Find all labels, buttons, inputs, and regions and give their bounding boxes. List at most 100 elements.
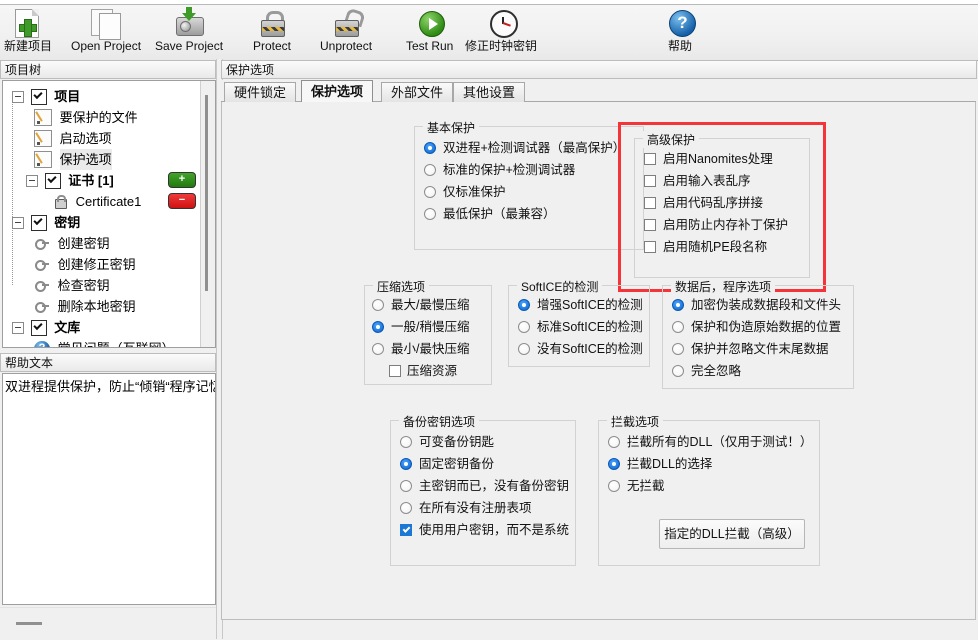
tab-hardware-lock[interactable]: 硬件锁定 — [224, 82, 297, 102]
checkbox-icon[interactable] — [644, 153, 656, 165]
expander-icon[interactable] — [12, 90, 24, 103]
project-tree-panel[interactable]: 项目 要保护的文件 启动选项 保护选项 证书 [1] + Certificate… — [2, 80, 216, 348]
tree-node-files-to-protect[interactable]: 要保护的文件 — [6, 106, 202, 127]
checkbox-use-user-key[interactable]: 使用用户密钥，而不是系统 — [397, 519, 571, 541]
radio-icon[interactable] — [672, 365, 684, 377]
tree-node-faq[interactable]: ? 常见问题（互联网） — [6, 337, 202, 347]
checkbox-advanced-3[interactable]: 启用防止内存补丁保护 — [641, 214, 803, 236]
expander-icon[interactable] — [12, 216, 24, 229]
radio-icon[interactable] — [372, 321, 384, 333]
radio-icon[interactable] — [518, 299, 530, 311]
lock-open-icon — [329, 7, 366, 39]
radio-icon[interactable] — [424, 208, 436, 220]
checkbox-icon[interactable] — [44, 172, 61, 189]
toolbar-button-open-project[interactable]: Open Project — [71, 7, 141, 53]
checkbox-icon[interactable] — [400, 524, 412, 536]
checkbox-icon[interactable] — [30, 319, 47, 336]
tree-vertical-scrollbar[interactable] — [200, 81, 215, 347]
radio-intercept-2[interactable]: 无拦截 — [605, 475, 815, 497]
scrollbar-thumb[interactable] — [16, 622, 42, 625]
radio-icon[interactable] — [518, 343, 530, 355]
radio-backup-2[interactable]: 主密钥而已，没有备份密钥 — [397, 475, 571, 497]
tree-node-certificates[interactable]: 证书 [1] + — [6, 169, 202, 190]
help-horizontal-scrollbar[interactable] — [0, 616, 216, 630]
radio-backup-0[interactable]: 可变备份钥匙 — [397, 431, 571, 453]
checkbox-icon[interactable] — [644, 241, 656, 253]
tab-protection-options[interactable]: 保护选项 — [301, 80, 374, 102]
radio-basic-1[interactable]: 标准的保护+检测调试器 — [421, 159, 637, 181]
checkbox-icon[interactable] — [644, 197, 656, 209]
tree-node-keys[interactable]: 密钥 — [6, 211, 202, 232]
radio-icon[interactable] — [400, 458, 412, 470]
scrollbar-thumb[interactable] — [205, 95, 208, 291]
tree-node-delete-local-key[interactable]: 删除本地密钥 — [6, 295, 202, 316]
checkbox-icon[interactable] — [30, 88, 47, 105]
checkbox-icon[interactable] — [644, 219, 656, 231]
checkbox-advanced-4[interactable]: 启用随机PE段名称 — [641, 236, 803, 258]
radio-compression-2[interactable]: 最小/最快压缩 — [369, 338, 487, 360]
radio-icon[interactable] — [672, 343, 684, 355]
radio-icon[interactable] — [424, 142, 436, 154]
radio-compression-0[interactable]: 最大/最慢压缩 — [369, 294, 487, 316]
checkbox-advanced-1[interactable]: 启用输入表乱序 — [641, 170, 803, 192]
tree-node-library[interactable]: 文库 — [6, 316, 202, 337]
tab-other-settings[interactable]: 其他设置 — [453, 82, 526, 102]
radio-softice-2[interactable]: 没有SoftICE的检测 — [515, 338, 645, 360]
option-label: 主密钥而已，没有备份密钥 — [419, 479, 570, 493]
radio-softice-1[interactable]: 标准SoftICE的检测 — [515, 316, 645, 338]
tree-node-certificate1[interactable]: Certificate1 − — [6, 190, 202, 211]
tree-node-create-key[interactable]: 创建密钥 — [6, 232, 202, 253]
radio-icon[interactable] — [672, 299, 684, 311]
expander-icon[interactable] — [12, 321, 24, 334]
checkbox-icon[interactable] — [30, 214, 47, 231]
radio-intercept-0[interactable]: 拦截所有的DLL（仅用于测试！） — [605, 431, 815, 453]
toolbar-button-new-project[interactable]: 新建项目 — [4, 7, 52, 53]
group-backup-key-options: 备份密钥选项 可变备份钥匙 固定密钥备份 主密钥而已，没有备份密钥 在所有没有注… — [390, 413, 576, 566]
radio-data-2[interactable]: 保护并忽略文件末尾数据 — [669, 338, 849, 360]
radio-icon[interactable] — [400, 502, 412, 514]
radio-basic-2[interactable]: 仅标准保护 — [421, 181, 637, 203]
radio-icon[interactable] — [400, 480, 412, 492]
toolbar-button-save-project[interactable]: Save Project — [155, 7, 223, 53]
radio-intercept-1[interactable]: 拦截DLL的选择 — [605, 453, 815, 475]
tree-node-protection-options[interactable]: 保护选项 — [6, 148, 202, 171]
radio-icon[interactable] — [424, 164, 436, 176]
radio-icon[interactable] — [608, 480, 620, 492]
checkbox-icon[interactable] — [644, 175, 656, 187]
tab-external-files[interactable]: 外部文件 — [381, 82, 454, 102]
toolbar-button-fix-clock-key[interactable]: 修正时钟密钥 — [465, 7, 537, 53]
radio-icon[interactable] — [608, 458, 620, 470]
radio-icon[interactable] — [608, 436, 620, 448]
radio-icon[interactable] — [372, 343, 384, 355]
radio-compression-1[interactable]: 一般/稍慢压缩 — [369, 316, 487, 338]
radio-backup-3[interactable]: 在所有没有注册表项 — [397, 497, 571, 519]
checkbox-compress-resources[interactable]: 压缩资源 — [369, 360, 487, 382]
radio-softice-0[interactable]: 增强SoftICE的检测 — [515, 294, 645, 316]
toolbar-button-unprotect[interactable]: Unprotect — [320, 7, 372, 53]
toolbar-button-protect[interactable]: Protect — [253, 7, 291, 53]
toolbar-button-help[interactable]: ? 帮助 — [663, 7, 697, 53]
expander-icon[interactable] — [26, 174, 38, 187]
radio-icon[interactable] — [372, 299, 384, 311]
checkbox-icon[interactable] — [389, 365, 401, 377]
radio-icon[interactable] — [400, 436, 412, 448]
radio-basic-0[interactable]: 双进程+检测调试器（最高保护） — [421, 137, 637, 159]
radio-data-0[interactable]: 加密伪装成数据段和文件头 — [669, 294, 849, 316]
radio-icon[interactable] — [424, 186, 436, 198]
checkbox-advanced-0[interactable]: 启用Nanomites处理 — [641, 148, 803, 170]
radio-basic-3[interactable]: 最低保护（最兼容） — [421, 203, 637, 225]
radio-backup-1[interactable]: 固定密钥备份 — [397, 453, 571, 475]
radio-data-3[interactable]: 完全忽略 — [669, 360, 849, 382]
tree-node-project[interactable]: 项目 — [6, 85, 202, 106]
radio-data-1[interactable]: 保护和伪造原始数据的位置 — [669, 316, 849, 338]
checkbox-advanced-2[interactable]: 启用代码乱序拼接 — [641, 192, 803, 214]
toolbar-button-test-run[interactable]: Test Run — [406, 7, 453, 53]
add-certificate-button[interactable]: + — [168, 172, 196, 188]
tree-node-check-key[interactable]: 检查密钥 — [6, 274, 202, 295]
specified-dll-intercept-button[interactable]: 指定的DLL拦截（高级） — [659, 519, 805, 549]
radio-icon[interactable] — [672, 321, 684, 333]
tree-node-startup-options[interactable]: 启动选项 — [6, 127, 202, 148]
radio-icon[interactable] — [518, 321, 530, 333]
tree-node-create-fix-key[interactable]: 创建修正密钥 — [6, 253, 202, 274]
remove-certificate-button[interactable]: − — [168, 193, 196, 209]
